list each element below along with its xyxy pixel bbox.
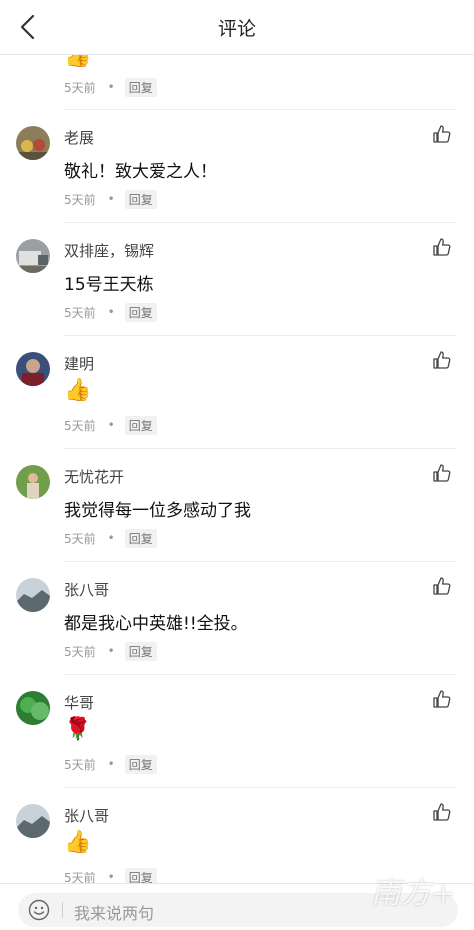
comment-time: 5天前 (64, 192, 96, 207)
avatar[interactable] (16, 578, 50, 612)
reply-button[interactable]: 回复 (124, 189, 157, 209)
thumbs-up-icon[interactable] (432, 124, 452, 144)
comment-time: 5天前 (64, 531, 96, 546)
thumbs-up-icon[interactable] (432, 463, 452, 483)
comment-content: 👍 (64, 378, 92, 403)
comment-time: 5天前 (64, 418, 96, 433)
comment-meta: 5天前 • 回复 (64, 415, 157, 435)
commenter-name[interactable]: 张八哥 (64, 579, 109, 600)
thumbs-up-icon[interactable] (432, 237, 452, 257)
meta-dot: • (107, 80, 115, 94)
thumbs-up-icon[interactable] (432, 802, 452, 822)
comment-meta: 5天前 • 回复 (64, 754, 157, 774)
meta-dot: • (107, 305, 115, 319)
commenter-name[interactable]: 华哥 (64, 692, 94, 713)
meta-dot: • (107, 531, 115, 545)
comment-meta: 5天前 • 回复 (64, 867, 157, 885)
avatar[interactable] (16, 352, 50, 386)
thumbs-up-icon[interactable] (432, 576, 452, 596)
reply-button[interactable]: 回复 (124, 641, 157, 661)
commenter-name[interactable]: 无忧花开 (64, 466, 124, 487)
comment-item: 老展 敬礼！致大爱之人！ 5天前 • 回复 (0, 110, 474, 223)
avatar[interactable] (16, 465, 50, 499)
comment-content: 15号王天栋 (64, 275, 154, 295)
comment-meta: 5天前 • 回复 (64, 302, 157, 322)
thumbs-up-icon[interactable] (432, 350, 452, 370)
comment-meta: 5天前 • 回复 (64, 77, 157, 97)
comment-time: 5天前 (64, 305, 96, 320)
commenter-name[interactable]: 双排座，锡辉 (64, 240, 154, 261)
comment-time: 5天前 (64, 870, 96, 885)
meta-dot: • (107, 757, 115, 771)
reply-button[interactable]: 回复 (124, 415, 157, 435)
comment-meta: 5天前 • 回复 (64, 641, 157, 661)
meta-dot: • (107, 870, 115, 884)
avatar[interactable] (16, 691, 50, 725)
comment-content: 👍 (64, 830, 92, 855)
comment-time: 5天前 (64, 757, 96, 772)
watermark-logo: 南方+ (370, 876, 456, 911)
commenter-name[interactable]: 张八哥 (64, 805, 109, 826)
reply-button[interactable]: 回复 (124, 867, 157, 884)
comment-list[interactable]: 👍 5天前 • 回复 老展 敬礼！致大爱之人！ 5天前 • 回复 双排座，锡辉 … (0, 0, 474, 884)
comment-meta: 5天前 • 回复 (64, 528, 157, 548)
thumbs-up-icon[interactable] (432, 689, 452, 709)
comment-content: 都是我心中英雄!!全投。 (64, 614, 248, 634)
input-placeholder: 我来说两句 (74, 904, 155, 923)
comment-time: 5天前 (64, 80, 96, 95)
reply-button[interactable]: 回复 (124, 754, 157, 774)
page-title: 评论 (217, 18, 256, 40)
comment-content: 我觉得每一位多感动了我 (64, 501, 251, 521)
meta-dot: • (107, 192, 115, 206)
meta-dot: • (107, 418, 115, 432)
avatar[interactable] (16, 804, 50, 838)
reply-button[interactable]: 回复 (124, 528, 157, 548)
reply-button[interactable]: 回复 (124, 302, 157, 322)
comment-content: 🌹 (64, 717, 92, 742)
comment-item: 无忧花开 我觉得每一位多感动了我 5天前 • 回复 (0, 449, 474, 562)
comment-item: 华哥 🌹 5天前 • 回复 (0, 675, 474, 788)
smile-icon[interactable] (28, 899, 50, 921)
avatar[interactable] (16, 126, 50, 160)
avatar[interactable] (16, 239, 50, 273)
comment-item: 张八哥 都是我心中英雄!!全投。 5天前 • 回复 (0, 562, 474, 675)
comment-item: 双排座，锡辉 15号王天栋 5天前 • 回复 (0, 223, 474, 336)
comment-meta: 5天前 • 回复 (64, 189, 157, 209)
meta-dot: • (107, 644, 115, 658)
comment-content: 敬礼！致大爱之人！ (64, 162, 217, 182)
input-divider (62, 902, 63, 918)
top-navigation-bar: 评论 (0, 0, 474, 55)
commenter-name[interactable]: 建明 (64, 353, 94, 374)
comment-time: 5天前 (64, 644, 96, 659)
reply-button[interactable]: 回复 (124, 77, 157, 97)
comment-item: 建明 👍 5天前 • 回复 (0, 336, 474, 449)
commenter-name[interactable]: 老展 (64, 127, 94, 148)
